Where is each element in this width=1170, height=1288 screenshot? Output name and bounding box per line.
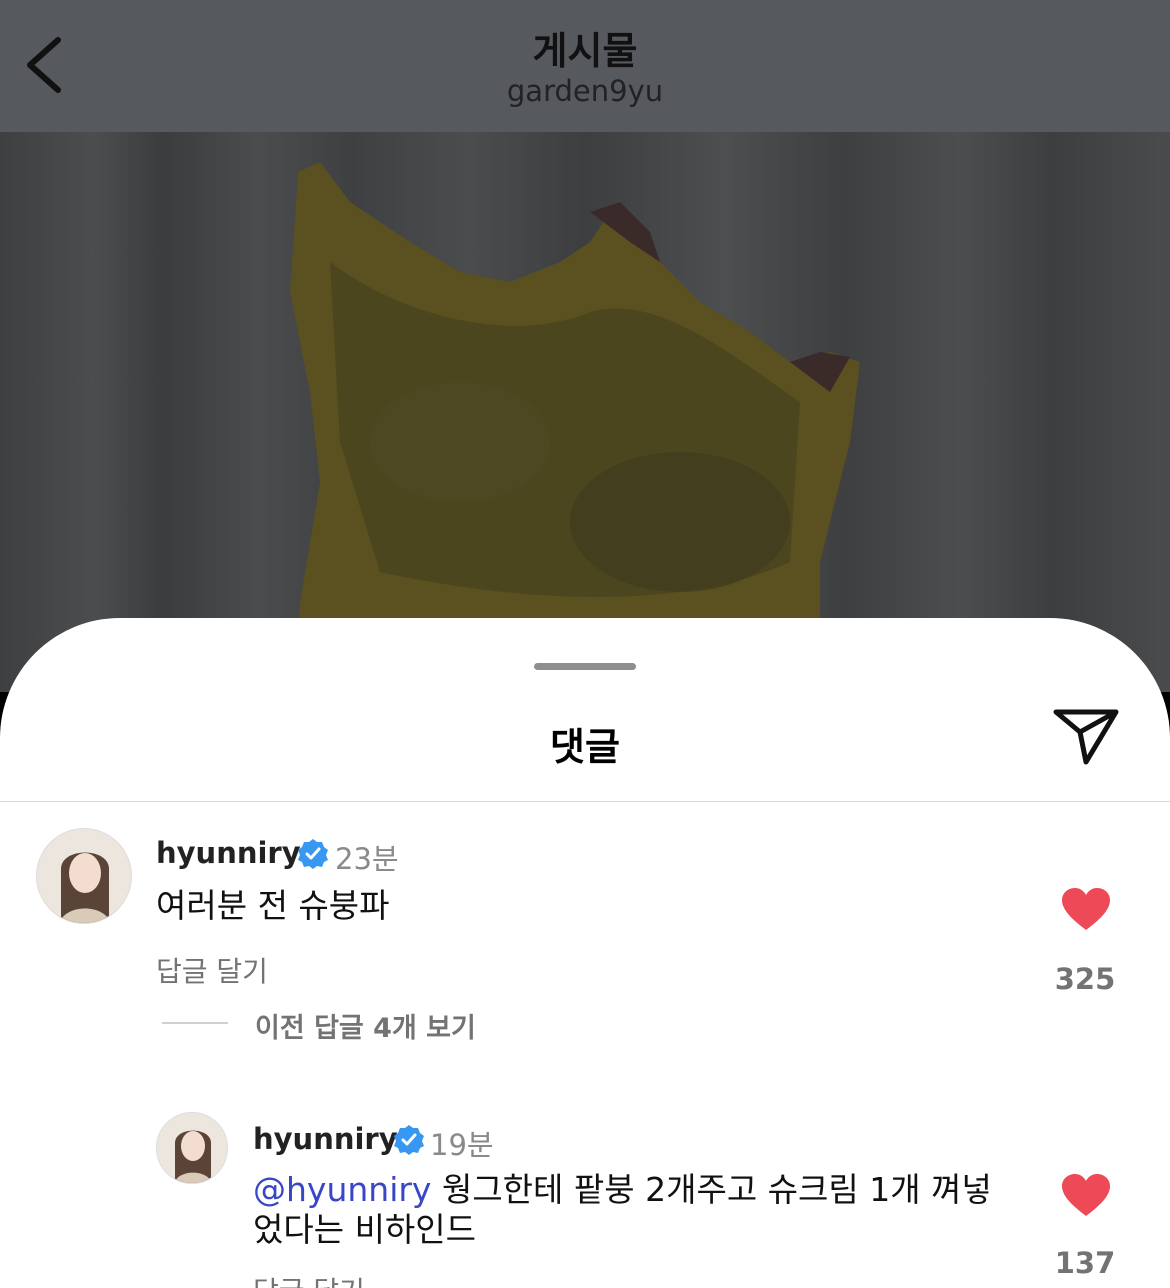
comment-text-line: 웡그한테 팥붕 2개주고 슈크림 1개 껴넣 xyxy=(431,1170,992,1209)
avatar[interactable] xyxy=(36,828,132,924)
divider xyxy=(0,801,1170,802)
like-count: 325 xyxy=(1054,962,1116,996)
post-author[interactable]: garden9yu xyxy=(0,74,1170,108)
comment-username[interactable]: hyunniry xyxy=(253,1122,398,1156)
avatar-photo-icon xyxy=(37,829,131,923)
pastry-image xyxy=(290,162,860,692)
comment-text: 여러분 전 슈붕파 xyxy=(156,886,390,925)
comment-time: 23분 xyxy=(335,842,399,876)
comment-text-line: 었다는 비하인드 xyxy=(253,1210,477,1249)
heart-icon[interactable] xyxy=(1060,1172,1112,1218)
view-previous-replies[interactable]: 이전 답글 4개 보기 xyxy=(255,1006,476,1045)
reply-button[interactable]: 답글 달기 xyxy=(156,950,268,990)
reply-button[interactable]: 답글 달기 xyxy=(253,1270,365,1288)
like-count: 137 xyxy=(1054,1246,1116,1280)
drag-handle[interactable] xyxy=(534,663,636,670)
comment-time: 19분 xyxy=(430,1128,494,1162)
verified-badge-icon xyxy=(394,1125,424,1155)
mention-link[interactable]: @hyunniry xyxy=(253,1170,431,1209)
heart-icon[interactable] xyxy=(1060,886,1112,932)
sheet-title: 댓글 xyxy=(550,725,620,769)
page-title: 게시물 xyxy=(532,29,638,73)
comment-username[interactable]: hyunniry xyxy=(156,836,301,870)
avatar[interactable] xyxy=(156,1112,228,1184)
top-bar: 게시물 garden9yu xyxy=(0,0,1170,132)
comments-sheet: 댓글 hyunniry 23분 여러분 전 슈붕파 답글 달기 325 이전 답… xyxy=(0,618,1170,1288)
comment-text: @hyunniry 웡그한테 팥붕 2개주고 슈크림 1개 껴넣 었다는 비하인… xyxy=(253,1170,1033,1250)
thread-line xyxy=(162,1022,228,1024)
post-image xyxy=(0,132,1170,692)
avatar-photo-icon xyxy=(157,1113,227,1183)
send-icon[interactable] xyxy=(1050,704,1122,770)
verified-badge-icon xyxy=(298,839,328,869)
